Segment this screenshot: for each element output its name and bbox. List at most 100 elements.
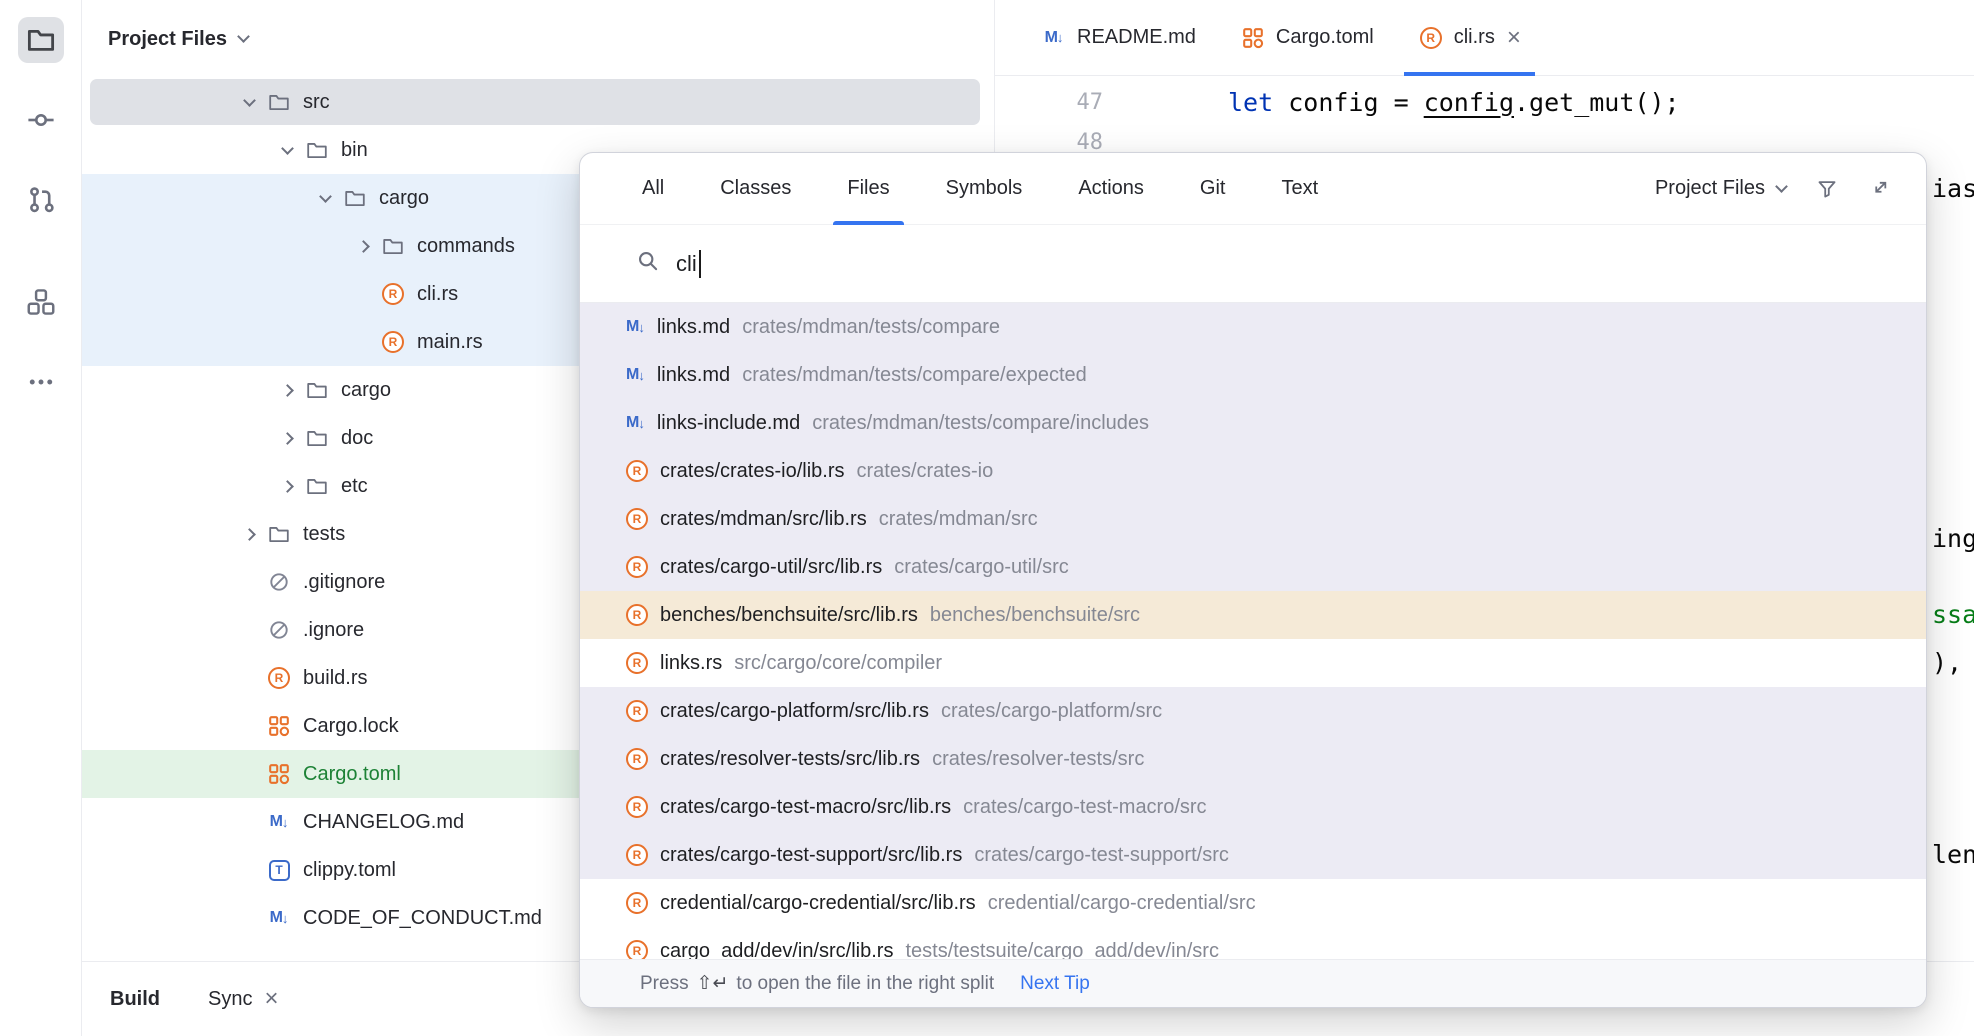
tree-item-src[interactable]: src: [82, 78, 994, 126]
search-tab-files[interactable]: Files: [847, 153, 889, 225]
result-file-name: benches/benchsuite/src/lib.rs: [660, 604, 918, 627]
search-tab-symbols[interactable]: Symbols: [946, 153, 1023, 225]
search-tab-classes[interactable]: Classes: [720, 153, 791, 225]
rust-icon: R: [626, 508, 648, 530]
tree-item-label: doc: [341, 427, 373, 450]
rust-icon: R: [626, 700, 648, 722]
search-result-row[interactable]: Rcrates/cargo-test-support/src/lib.rs cra…: [580, 831, 1926, 879]
tree-item-label: main.rs: [417, 331, 483, 354]
open-in-editor-icon[interactable]: [1868, 178, 1890, 200]
tree-item-label: tests: [303, 523, 345, 546]
search-result-row[interactable]: M↓links.mdcrates/mdman/tests/compare: [580, 303, 1926, 351]
scope-selector[interactable]: Project Files: [1655, 177, 1786, 200]
rust-icon: R: [626, 892, 648, 914]
next-tip-link[interactable]: Next Tip: [1020, 973, 1090, 995]
search-result-row[interactable]: Rcargo_add/dev/in/src/lib.rstests/testsu…: [580, 927, 1926, 959]
chevron-down-icon[interactable]: [237, 30, 250, 43]
result-file-name: crates/cargo-platform/src/lib.rs: [660, 700, 929, 723]
activity-structure-icon[interactable]: [18, 279, 64, 325]
cargo-icon: [266, 715, 292, 737]
search-popup-tab-bar: All Classes Files Symbols Actions Git Text Pro…: [580, 153, 1926, 225]
rust-icon: R: [626, 604, 648, 626]
result-file-name: crates/cargo-test-macro/src/lib.rs: [660, 796, 951, 819]
result-file-name: crates/cargo-test-support/src/lib.rs: [660, 844, 962, 867]
search-result-row[interactable]: Rcrates/cargo-util/src/lib.rscrates/carg…: [580, 543, 1926, 591]
folder-icon: [304, 379, 330, 401]
result-file-path: crates/cargo-platform/src: [941, 700, 1162, 723]
result-file-path: src/cargo/core/compiler: [734, 652, 942, 675]
code-line[interactable]: 47 let config = config.get_mut();: [995, 82, 1974, 122]
search-tab-actions[interactable]: Actions: [1078, 153, 1144, 225]
code-text: let config = config.get_mut();: [1228, 88, 1680, 117]
chevron-collapsed-icon[interactable]: [281, 384, 294, 397]
filter-icon[interactable]: [1816, 178, 1838, 200]
chevron-expanded-icon[interactable]: [319, 190, 332, 203]
tree-item-label: build.rs: [303, 667, 367, 690]
search-result-row[interactable]: Rcrates/cargo-platform/src/lib.rs crates/…: [580, 687, 1926, 735]
search-popup-tabs: All Classes Files Symbols Actions Git Text: [642, 153, 1374, 224]
rust-icon: R: [626, 844, 648, 866]
bottom-tab-sync[interactable]: Sync×: [208, 987, 278, 1011]
rust-icon: R: [380, 331, 406, 353]
chevron-collapsed-icon[interactable]: [281, 480, 294, 493]
search-result-row[interactable]: Rcrates/crates-io/lib.rscrates/crates-io: [580, 447, 1926, 495]
cargo-icon: [1240, 27, 1266, 49]
chevron-collapsed-icon[interactable]: [357, 240, 370, 253]
folder-icon: [266, 91, 292, 113]
line-number: 47: [995, 90, 1103, 115]
search-everywhere-popup: All Classes Files Symbols Actions Git Text Pro…: [579, 152, 1927, 1008]
search-tab-git[interactable]: Git: [1200, 153, 1226, 225]
rust-icon: R: [1418, 27, 1444, 49]
search-result-row[interactable]: Rlinks.rssrc/cargo/core/compiler: [580, 639, 1926, 687]
activity-commit-icon[interactable]: [18, 97, 64, 143]
editor-tab-readme-md[interactable]: M↓README.md: [1019, 0, 1218, 75]
chevron-collapsed-icon[interactable]: [281, 432, 294, 445]
close-icon[interactable]: ×: [264, 987, 278, 1011]
folder-icon: [304, 475, 330, 497]
search-result-row[interactable]: Rcrates/mdman/src/lib.rscrates/mdman/src: [580, 495, 1926, 543]
result-file-path: crates/cargo-test-macro/src: [963, 796, 1206, 819]
markdown-icon: M↓: [626, 319, 645, 335]
result-file-path: crates/resolver-tests/src: [932, 748, 1144, 771]
project-panel-header[interactable]: Project Files: [82, 0, 994, 78]
search-result-row[interactable]: Rcrates/cargo-test-macro/src/lib.rscrate…: [580, 783, 1926, 831]
tree-item-label: clippy.toml: [303, 859, 396, 882]
result-file-name: credential/cargo-credential/src/lib.rs: [660, 892, 976, 915]
folder-icon: [380, 235, 406, 257]
chevron-collapsed-icon[interactable]: [243, 528, 256, 541]
result-file-path: crates/cargo-test-support/src: [974, 844, 1229, 867]
scope-area: Project Files: [1655, 177, 1890, 200]
code-editor[interactable]: 47 let config = config.get_mut(); 48: [995, 76, 1974, 162]
rust-icon: R: [380, 283, 406, 305]
search-tab-all[interactable]: All: [642, 153, 664, 225]
result-file-name: crates/resolver-tests/src/lib.rs: [660, 748, 920, 771]
search-field[interactable]: cli: [580, 225, 1926, 303]
result-file-path: crates/mdman/tests/compare: [742, 316, 1000, 339]
rust-icon: R: [626, 940, 648, 959]
search-result-row[interactable]: Rcredential/cargo-credential/src/lib.rsc…: [580, 879, 1926, 927]
activity-pull-requests-icon[interactable]: [18, 176, 64, 222]
activity-more-icon[interactable]: [18, 359, 64, 405]
activity-bar: [0, 0, 82, 1036]
bottom-tab-build[interactable]: Build: [110, 988, 160, 1011]
toml-icon: T: [266, 860, 292, 881]
search-result-row[interactable]: M↓links.mdcrates/mdman/tests/compare/exp…: [580, 351, 1926, 399]
editor-tab-cargo-toml[interactable]: Cargo.toml: [1218, 0, 1396, 75]
search-result-row[interactable]: M↓links-include.mdcrates/mdman/tests/com…: [580, 399, 1926, 447]
folder-icon: [266, 523, 292, 545]
result-file-path: crates/cargo-util/src: [894, 556, 1069, 579]
search-tab-text[interactable]: Text: [1281, 153, 1318, 225]
result-file-name: crates/cargo-util/src/lib.rs: [660, 556, 882, 579]
tree-item-label: etc: [341, 475, 368, 498]
close-icon[interactable]: ×: [1507, 24, 1521, 52]
markdown-icon: M↓: [626, 367, 645, 383]
search-popup-footer: Press⇧↵to open the file in the right spl…: [580, 959, 1926, 1007]
result-file-path: crates/mdman/src: [879, 508, 1038, 531]
editor-tab-cli-rs[interactable]: Rcli.rs×: [1396, 0, 1543, 75]
search-result-row[interactable]: Rcrates/resolver-tests/src/lib.rscrates/…: [580, 735, 1926, 783]
line-number: 48: [995, 130, 1103, 155]
search-result-row[interactable]: Rbenches/benchsuite/src/lib.rsbenches/be…: [580, 591, 1926, 639]
chevron-expanded-icon[interactable]: [243, 94, 256, 107]
chevron-expanded-icon[interactable]: [281, 142, 294, 155]
activity-project-folder-icon[interactable]: [18, 17, 64, 63]
